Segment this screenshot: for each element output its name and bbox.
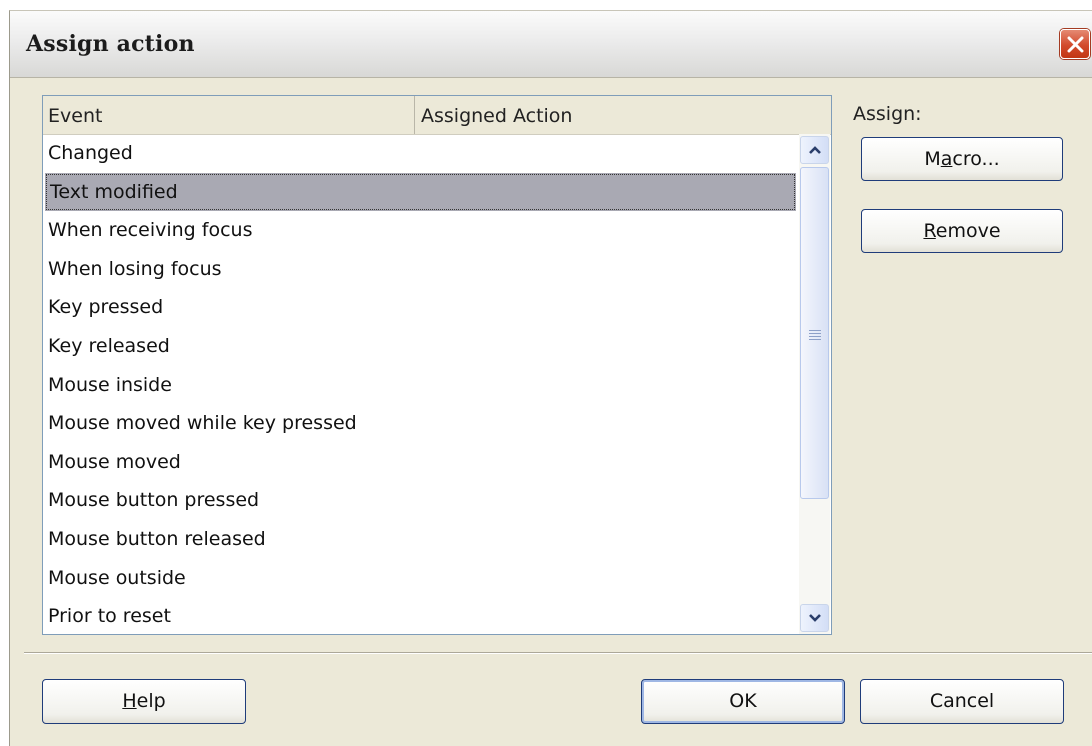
remove-button-label-part: emove	[935, 220, 1001, 242]
list-item[interactable]: Mouse moved while key pressed	[43, 404, 797, 443]
ok-button[interactable]: OK	[641, 679, 845, 724]
macro-button[interactable]: Macro...	[861, 137, 1063, 181]
chevron-down-icon	[809, 614, 821, 622]
event-list[interactable]: Event Assigned Action Changed Text modif…	[42, 95, 832, 635]
help-button-label-part: elp	[136, 690, 166, 712]
list-rows: Changed Text modified When receiving foc…	[43, 134, 797, 636]
vertical-scrollbar[interactable]	[799, 134, 830, 634]
remove-button-mnemonic: R	[923, 220, 936, 242]
close-button[interactable]	[1060, 29, 1090, 59]
list-item[interactable]: Key released	[43, 327, 797, 366]
list-item[interactable]: Mouse outside	[43, 559, 797, 598]
list-item[interactable]: Mouse button pressed	[43, 481, 797, 520]
list-item[interactable]: Key pressed	[43, 288, 797, 327]
grip-icon	[809, 330, 821, 342]
column-header-assigned-action[interactable]: Assigned Action	[416, 96, 831, 134]
assign-label: Assign:	[853, 103, 922, 125]
column-header-event[interactable]: Event	[43, 96, 415, 134]
close-icon	[1067, 36, 1084, 53]
assign-action-dialog: Assign action Event Assigned Action Chan…	[9, 10, 1092, 746]
scroll-down-button[interactable]	[800, 604, 829, 632]
macro-button-label-part: cro...	[952, 148, 1000, 170]
macro-button-label-part: M	[924, 148, 941, 170]
cancel-button[interactable]: Cancel	[860, 679, 1064, 724]
list-item-selected[interactable]: Text modified	[45, 172, 796, 212]
list-item[interactable]: Mouse button released	[43, 520, 797, 559]
help-button[interactable]: Help	[42, 679, 246, 724]
list-item[interactable]: When receiving focus	[43, 211, 797, 250]
chevron-up-icon	[809, 146, 821, 154]
list-item[interactable]: Mouse moved	[43, 443, 797, 482]
list-item[interactable]: Changed	[43, 134, 797, 173]
scroll-up-button[interactable]	[800, 136, 829, 164]
list-item[interactable]: Mouse inside	[43, 366, 797, 405]
footer-separator	[24, 652, 1092, 654]
list-header: Event Assigned Action	[43, 96, 831, 135]
help-button-mnemonic: H	[122, 690, 137, 712]
remove-button[interactable]: Remove	[861, 209, 1063, 253]
dialog-title: Assign action	[26, 31, 195, 57]
title-bar[interactable]: Assign action	[10, 11, 1092, 78]
list-item[interactable]: When losing focus	[43, 250, 797, 289]
scroll-thumb[interactable]	[800, 167, 829, 499]
list-item[interactable]: Prior to reset	[43, 597, 797, 636]
macro-button-mnemonic: a	[940, 148, 953, 170]
